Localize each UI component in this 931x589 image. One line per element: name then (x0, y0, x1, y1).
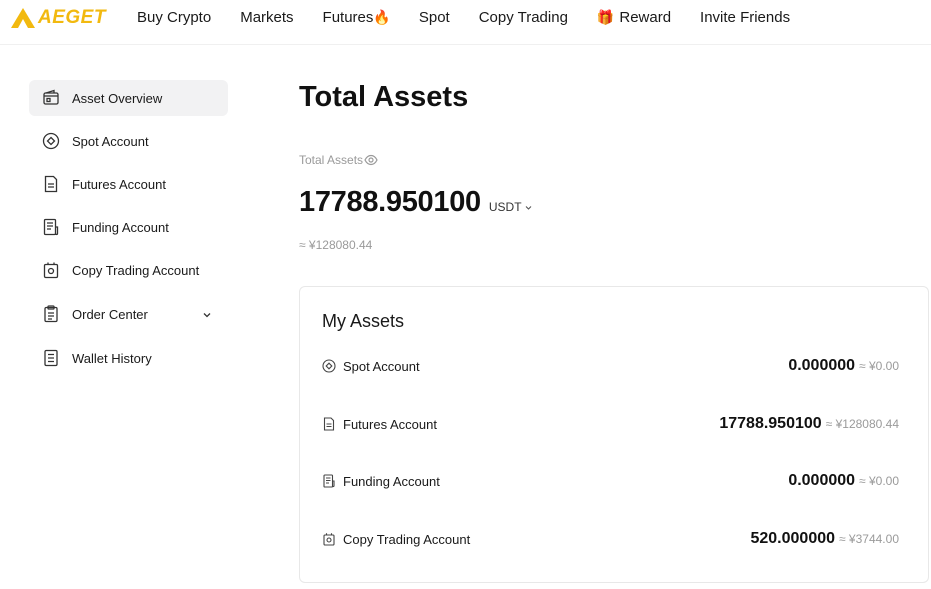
brand-name: AEGET (38, 7, 106, 28)
clipboard-icon (42, 305, 60, 323)
chevron-down-icon[interactable] (202, 308, 212, 318)
total-assets-label-text: Total Assets (299, 153, 364, 167)
top-navbar: AEGET Buy Crypto Markets Futures 🔥 Spot … (0, 0, 931, 45)
nav-label: Reward (619, 9, 672, 26)
sidebar-item-label: Copy Trading Account (72, 262, 200, 278)
asset-fiat: ≈ ¥128080.44 (825, 417, 899, 431)
nav-copy-trading[interactable]: Copy Trading (479, 9, 568, 26)
sidebar-item-funding-account[interactable]: Funding Account (29, 209, 228, 245)
history-list-icon (42, 349, 60, 367)
my-assets-title: My Assets (322, 311, 405, 331)
asset-fiat: ≈ ¥0.00 (859, 359, 899, 373)
sidebar-item-asset-overview[interactable]: Asset Overview (29, 80, 228, 116)
asset-fiat: ≈ ¥0.00 (859, 474, 899, 488)
asset-row-futures[interactable]: Futures Account 17788.950100 ≈ ¥128080.4… (322, 412, 899, 436)
total-assets-value: 17788.950100 (299, 186, 481, 218)
document-icon (42, 175, 60, 193)
asset-amount: 520.000000 (750, 530, 836, 547)
sidebar-item-order-center[interactable]: Order Center (29, 296, 228, 332)
asset-row-label: Copy Trading Account (343, 531, 471, 547)
nav-label: Spot (418, 9, 450, 26)
nav-label: Copy Trading (478, 9, 568, 26)
nav-label: Buy Crypto (137, 9, 212, 26)
nav-reward[interactable]: 🎁 Reward (597, 9, 671, 26)
nav-label: Invite Friends (700, 9, 791, 26)
nav-buy-crypto[interactable]: Buy Crypto (137, 9, 211, 26)
total-assets-fiat: ≈ ¥128080.44 (299, 238, 373, 252)
gift-icon: 🎁 (596, 9, 615, 25)
logo-icon (11, 8, 35, 28)
asset-row-copy-trading[interactable]: Copy Trading Account 520.000000 ≈ ¥3744.… (322, 527, 899, 551)
asset-amount: 0.000000 (788, 472, 856, 489)
eye-icon[interactable] (364, 153, 378, 167)
my-assets-card: My Assets Spot Account 0.000000 ≈ ¥0.00 (299, 286, 929, 583)
sidebar-item-copy-trading-account[interactable]: Copy Trading Account (29, 252, 228, 288)
sidebar-item-wallet-history[interactable]: Wallet History (29, 340, 228, 376)
sidebar-item-futures-account[interactable]: Futures Account (29, 166, 228, 202)
asset-amount: 0.000000 (788, 357, 856, 374)
document-icon (322, 417, 336, 431)
sidebar-item-label: Asset Overview (72, 90, 163, 106)
nav-markets[interactable]: Markets (240, 9, 293, 26)
sidebar-item-label: Funding Account (72, 219, 169, 235)
asset-row-label: Futures Account (343, 416, 437, 432)
currency-label: USDT (488, 200, 522, 214)
nav-invite-friends[interactable]: Invite Friends (700, 9, 790, 26)
asset-amount: 17788.950100 (719, 415, 822, 432)
main-nav: Buy Crypto Markets Futures 🔥 Spot Copy T… (137, 9, 790, 26)
nav-futures[interactable]: Futures 🔥 (323, 9, 391, 26)
bag-icon (42, 261, 60, 279)
bag-icon (322, 532, 336, 546)
ledger-icon (42, 218, 60, 236)
asset-fiat: ≈ ¥3744.00 (839, 532, 899, 546)
fire-icon: 🔥 (373, 9, 391, 25)
currency-select[interactable]: USDT (489, 200, 533, 214)
sidebar-item-label: Futures Account (72, 176, 166, 192)
nav-label: Markets (240, 9, 294, 26)
sidebar-item-label: Wallet History (72, 350, 152, 366)
asset-row-funding[interactable]: Funding Account 0.000000 ≈ ¥0.00 (322, 469, 899, 493)
sidebar-item-label: Spot Account (72, 133, 149, 149)
asset-row-label: Funding Account (343, 473, 440, 489)
nav-label: Futures (322, 9, 374, 26)
brand-logo[interactable]: AEGET (10, 6, 106, 30)
wallet-icon (42, 89, 60, 107)
total-assets-row: 17788.950100 USDT (299, 186, 533, 219)
account-sidebar: Asset Overview Spot Account Futures Acco… (29, 80, 228, 383)
chevron-down-icon (524, 203, 533, 212)
sidebar-item-spot-account[interactable]: Spot Account (29, 123, 228, 159)
nav-spot[interactable]: Spot (419, 9, 450, 26)
asset-row-label: Spot Account (343, 358, 420, 374)
sidebar-item-label: Order Center (72, 306, 148, 322)
ledger-icon (322, 474, 336, 488)
asset-row-spot[interactable]: Spot Account 0.000000 ≈ ¥0.00 (322, 354, 899, 378)
page-title: Total Assets (299, 81, 469, 113)
total-assets-label: Total Assets (299, 153, 378, 167)
spot-circle-icon (322, 359, 336, 373)
spot-circle-icon (42, 132, 60, 150)
